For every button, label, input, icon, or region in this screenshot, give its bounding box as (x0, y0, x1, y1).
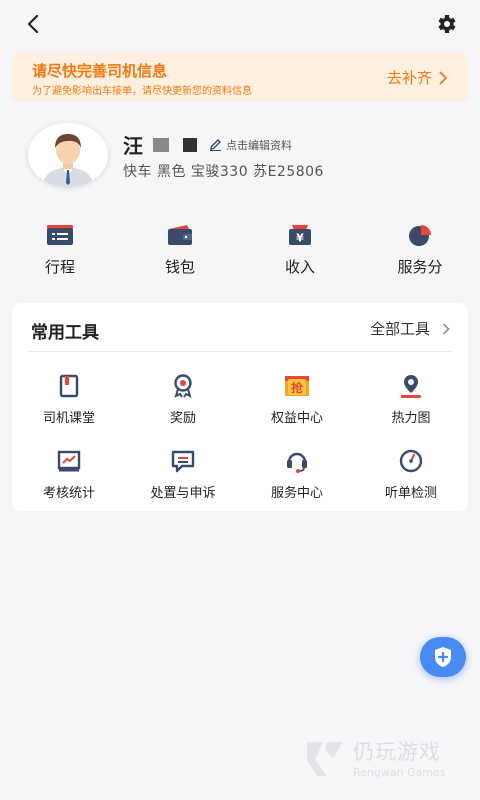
avatar[interactable] (28, 123, 108, 187)
edit-profile-link[interactable]: 点击编辑资料 (209, 137, 292, 153)
watermark-logo-icon (307, 742, 343, 776)
banner-action-label: 去补齐 (386, 69, 432, 87)
quick-nav-itinerary[interactable]: 行程 (0, 222, 120, 282)
appeal-icon (170, 448, 196, 474)
watermark-text: 仍玩游戏 (353, 740, 441, 764)
tool-label: 热力图 (391, 411, 431, 426)
divider (28, 351, 452, 352)
tool-order-listening-check[interactable]: 听单检测 (354, 448, 468, 501)
driver-profile: 汪 点击编辑资料 快车 黑色 宝骏330 苏E25806 (0, 115, 480, 205)
tool-label: 服务中心 (270, 486, 323, 501)
car-info: 快车 黑色 宝骏330 苏E25806 (123, 164, 324, 180)
tool-reward[interactable]: 奖励 (126, 373, 240, 426)
service-score-icon (405, 222, 435, 248)
banner-subtitle: 为了避免影响出车接单，请尽快更新您的资料信息 (32, 86, 252, 97)
edit-profile-label: 点击编辑资料 (226, 138, 292, 152)
driver-name: 汪 (123, 134, 143, 158)
service-center-icon (284, 448, 310, 474)
gear-icon[interactable] (434, 12, 460, 38)
tool-label: 司机课堂 (42, 411, 95, 426)
shield-plus-icon (435, 647, 451, 667)
tool-assessment-stats[interactable]: 考核统计 (12, 448, 126, 501)
tool-label: 奖励 (169, 411, 196, 426)
quick-nav-wallet[interactable]: 钱包 (120, 222, 240, 282)
assessment-stats-icon (56, 448, 82, 474)
tool-benefits-center[interactable]: 抢 权益中心 (240, 373, 354, 426)
tools-title: 常用工具 (31, 323, 99, 343)
watermark: 仍玩游戏 Rengwan Games (303, 736, 463, 784)
quick-nav-income[interactable]: ¥ 收入 (240, 222, 360, 282)
wallet-icon (165, 222, 195, 248)
chevron-right-icon (439, 70, 448, 85)
all-tools-label: 全部工具 (369, 320, 430, 338)
name-mask-block (153, 137, 169, 152)
name-mask-block (183, 137, 197, 152)
tool-label: 听单检测 (384, 486, 437, 501)
tool-service-center[interactable]: 服务中心 (240, 448, 354, 501)
banner-title: 请尽快完善司机信息 (32, 62, 168, 80)
chevron-right-icon (442, 322, 450, 335)
income-icon: ¥ (285, 222, 315, 248)
tool-label: 处置与申诉 (150, 486, 216, 501)
reward-icon (170, 373, 196, 399)
pencil-icon (210, 139, 221, 151)
tool-heatmap[interactable]: 热力图 (354, 373, 468, 426)
name-row: 汪 点击编辑资料 (123, 130, 292, 159)
benefits-icon-glyph: 抢 (291, 380, 304, 395)
watermark-subtext: Rengwan Games (353, 766, 446, 779)
back-icon[interactable] (22, 12, 46, 36)
common-tools-card: 常用工具 全部工具 司机课堂 奖励 抢 权益中心 热力图 考核统计 处置与申诉 … (12, 303, 468, 511)
heatmap-icon (398, 373, 424, 399)
tool-driver-classroom[interactable]: 司机课堂 (12, 373, 126, 426)
benefits-icon: 抢 (282, 373, 312, 399)
quick-nav-label: 钱包 (164, 258, 195, 276)
top-bar (0, 0, 480, 48)
quick-nav: 行程 钱包 ¥ 收入 服务分 (0, 222, 480, 282)
quick-nav-label: 收入 (284, 258, 315, 276)
tool-label: 权益中心 (270, 411, 323, 426)
order-listening-check-icon (398, 448, 424, 474)
safety-fab[interactable] (420, 637, 466, 677)
quick-nav-label: 行程 (44, 258, 75, 276)
quick-nav-label: 服务分 (397, 258, 443, 276)
tools-grid: 司机课堂 奖励 抢 权益中心 热力图 考核统计 处置与申诉 服务中心 听单检测 (12, 373, 468, 501)
complete-info-banner[interactable]: 请尽快完善司机信息 为了避免影响出车接单，请尽快更新您的资料信息 去补齐 (12, 52, 468, 102)
classroom-icon (56, 373, 82, 399)
tool-disposal-appeal[interactable]: 处置与申诉 (126, 448, 240, 501)
tool-label: 考核统计 (42, 486, 95, 501)
quick-nav-service-score[interactable]: 服务分 (360, 222, 480, 282)
svg-text:¥: ¥ (296, 232, 304, 245)
complete-info-button[interactable]: 去补齐 (387, 67, 448, 88)
itinerary-icon (45, 222, 75, 248)
all-tools-link[interactable]: 全部工具 (370, 318, 450, 339)
